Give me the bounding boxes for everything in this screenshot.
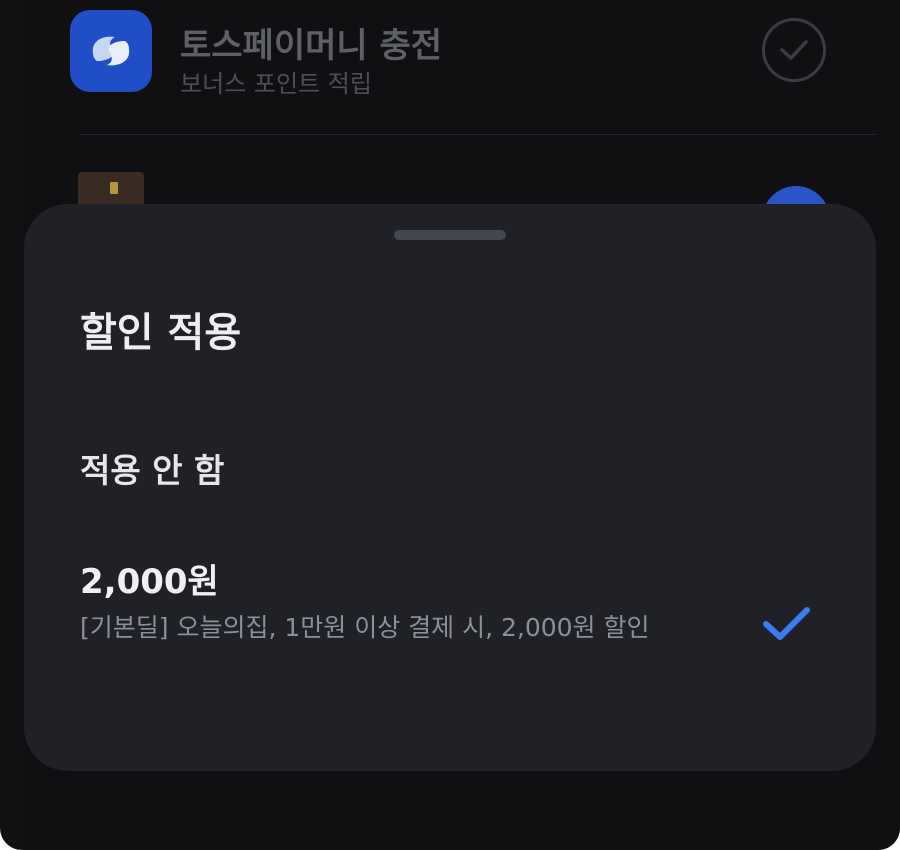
payment-option-row[interactable]: 토스페이머니 충전 보너스 포인트 적립 (68, 8, 858, 98)
payment-option-subtitle: 보너스 포인트 적립 (180, 70, 372, 98)
option-label: 적용 안 함 (80, 451, 225, 490)
card-chip-icon (110, 182, 118, 194)
coupon-description: [기본딜] 오늘의집, 1만원 이상 결제 시, 2,000원 할인 (80, 613, 650, 642)
discount-bottom-sheet: 할인 적용 적용 안 함 2,000원 [기본딜] 오늘의집, 1만원 이상 결… (24, 204, 876, 771)
option-coupon-2000[interactable]: 2,000원 [기본딜] 오늘의집, 1만원 이상 결제 시, 2,000원 할… (80, 554, 840, 694)
screen: 토스페이머니 충전 보너스 포인트 적립 할인 적용 적용 안 함 2,000원… (0, 0, 900, 850)
list-divider (80, 134, 876, 135)
check-circle-icon[interactable] (762, 18, 826, 82)
sheet-title: 할인 적용 (80, 310, 242, 356)
coupon-amount: 2,000원 (80, 562, 219, 602)
payment-option-title: 토스페이머니 충전 (180, 26, 443, 66)
toss-logo-icon (70, 10, 152, 92)
checkmark-icon (760, 604, 814, 644)
sheet-drag-handle[interactable] (394, 230, 506, 240)
option-no-discount[interactable]: 적용 안 함 (80, 444, 840, 494)
